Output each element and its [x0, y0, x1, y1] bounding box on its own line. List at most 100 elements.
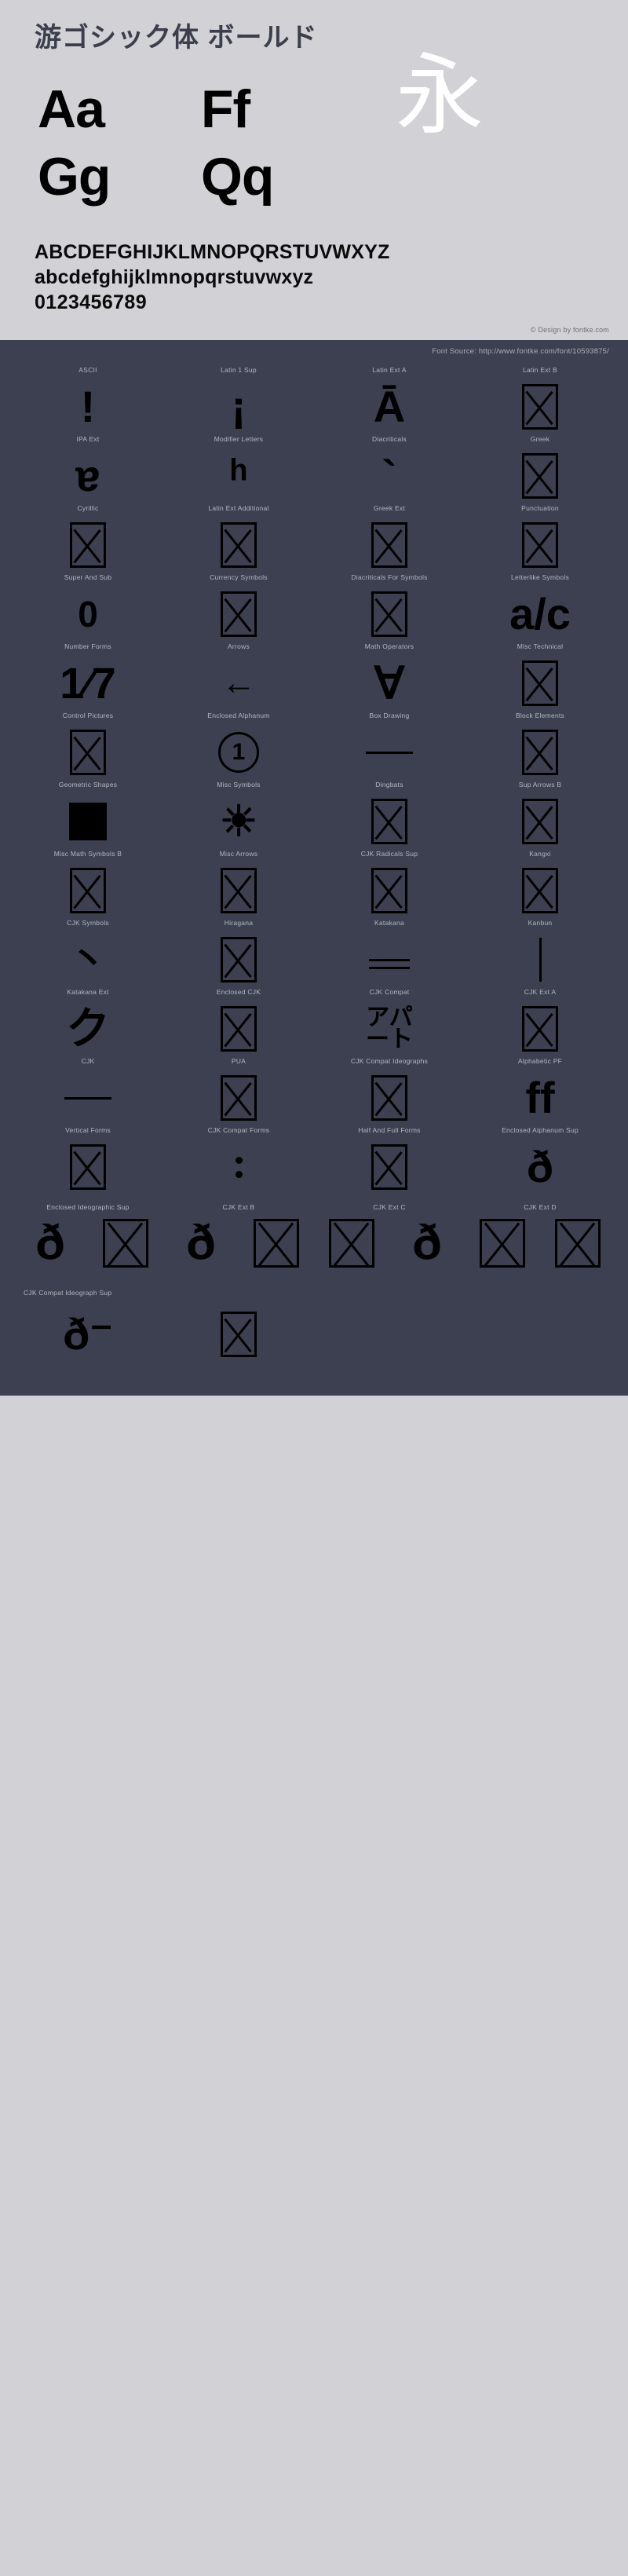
unicode-block-cell[interactable]: Arrows ← [163, 643, 314, 712]
unicode-block-cell[interactable]: Latin Ext Additional [163, 505, 314, 574]
unicode-block-label: CJK Ext A [524, 988, 557, 997]
unicode-block-cell[interactable]: Misc Technical [465, 643, 615, 712]
unicode-block-cell[interactable]: Modifier Letters ʰ [163, 436, 314, 505]
unicode-block-cell[interactable]: Alphabetic PF ff [465, 1058, 615, 1127]
unicode-block-label: Misc Math Symbols B [53, 850, 122, 858]
missing-glyph-icon [371, 1144, 407, 1191]
unicode-block-cell[interactable]: Enclosed CJK [163, 989, 314, 1058]
unicode-block-cell[interactable]: Katakana [314, 920, 465, 989]
unicode-block-label: ASCII [78, 366, 97, 375]
missing-glyph-icon [70, 730, 106, 776]
block-glyph-char: ð⁻ [63, 1309, 113, 1359]
unicode-block-label: Latin Ext Additional [208, 504, 269, 513]
unicode-block-cell[interactable]: Block Elements [465, 712, 615, 781]
unicode-block-cell[interactable]: Latin Ext B [465, 367, 615, 436]
unicode-block-cell[interactable]: Greek [465, 436, 615, 505]
unicode-block-cell[interactable]: CJK Ext A [465, 989, 615, 1058]
unicode-block-label: Katakana Ext [67, 988, 109, 997]
unicode-block-cell[interactable]: Math Operators ∀ [314, 643, 465, 712]
unicode-block-cell[interactable]: Greek Ext [314, 505, 465, 574]
unicode-block-label: Latin Ext A [372, 366, 407, 375]
unicode-block-label: Punctuation [521, 504, 559, 513]
block-glyph-char: a/c [509, 589, 571, 639]
block-glyph-missing [163, 931, 314, 989]
unicode-block-cell[interactable]: IPA Ext ɐ [13, 436, 163, 505]
unicode-block-label: Enclosed Ideographic Sup [46, 1203, 130, 1212]
unicode-block-cell[interactable]: Sup Arrows B [465, 781, 615, 851]
unicode-block-cell[interactable]: Cyrillic [13, 505, 163, 574]
unicode-block-label: Half And Full Forms [358, 1126, 421, 1135]
specimen-glyph-aa: Aa [38, 79, 105, 140]
unicode-block-cell[interactable]: Kanbun [465, 920, 615, 989]
alphabet-uppercase: ABCDEFGHIJKLMNOPQRSTUVWXYZ [35, 241, 390, 264]
unicode-block-cell[interactable]: Misc Arrows [163, 851, 314, 920]
missing-glyph-icon [371, 868, 407, 914]
block-glyph-missing [88, 1207, 163, 1279]
unicode-block-cell[interactable]: Hiragana [163, 920, 314, 989]
filled-square-icon [69, 803, 107, 841]
unicode-block-cell[interactable]: CJK Symbols 丶 [13, 920, 163, 989]
unicode-block-cell[interactable]: CJK Compat Ideographs [314, 1058, 465, 1127]
horizontal-line-icon [64, 1096, 111, 1100]
unicode-block-label: Dingbats [375, 781, 403, 789]
unicode-block-cell[interactable] [239, 1207, 314, 1279]
unicode-block-cell[interactable]: Enclosed Alphanum 1 [163, 712, 314, 781]
unicode-block-cell[interactable]: ASCII! [13, 367, 163, 436]
unicode-block-cell[interactable]: Half And Full Forms [314, 1127, 465, 1196]
unicode-block-label: Vertical Forms [65, 1126, 111, 1135]
unicode-block-cell[interactable]: Latin Ext A Ā [314, 367, 465, 436]
unicode-block-section: Font Source: http://www.fontke.com/font/… [0, 340, 628, 1396]
unicode-block-cell[interactable]: PUA [163, 1058, 314, 1127]
unicode-block-cell[interactable]: CJK [13, 1058, 163, 1127]
unicode-block-cell[interactable]: ð⁻ [13, 1300, 163, 1369]
unicode-block-cell[interactable]: CJK Compat Forms [163, 1127, 314, 1196]
unicode-block-cell[interactable]: Diacriticals ` [314, 436, 465, 505]
unicode-block-label: Number Forms [64, 642, 111, 651]
unicode-block-cell[interactable]: Katakana Ext ク [13, 989, 163, 1058]
unicode-block-cell[interactable]: CJK Compat アパート [314, 989, 465, 1058]
block-glyph-missing [465, 792, 615, 851]
missing-glyph-icon [371, 522, 407, 569]
unicode-block-cell[interactable]: Super And Sub 0 [13, 574, 163, 643]
unicode-block-cell[interactable]: ð [389, 1207, 465, 1279]
specimen-row: Aa Ff 永 [17, 52, 611, 140]
missing-glyph-icon [221, 1075, 257, 1122]
unicode-block-cell[interactable] [465, 1207, 540, 1279]
unicode-block-cell[interactable]: Letterlike Symbols a/c [465, 574, 615, 643]
block-glyph-char: Ā [373, 382, 406, 432]
unicode-block-cell[interactable]: Misc Symbols ☀ [163, 781, 314, 851]
missing-glyph-icon [555, 1219, 601, 1268]
unicode-block-cell[interactable]: ð [13, 1207, 88, 1279]
block-glyph-missing [314, 792, 465, 851]
unicode-block-label: CJK Ext D [524, 1203, 557, 1212]
unicode-block-cell[interactable]: Latin 1 Sup ¡ [163, 367, 314, 436]
unicode-block-cell[interactable]: Diacriticals For Symbols [314, 574, 465, 643]
unicode-block-cell[interactable]: Number Forms 1⁄7 [13, 643, 163, 712]
block-glyph-missing [465, 723, 615, 781]
unicode-block-cell[interactable]: Geometric Shapes [13, 781, 163, 851]
unicode-block-cell[interactable] [540, 1207, 615, 1279]
alphabet-digits: 0123456789 [35, 291, 148, 314]
unicode-block-label: Control Pictures [62, 712, 114, 720]
unicode-block-cell[interactable]: Currency Symbols [163, 574, 314, 643]
unicode-block-label: Arrows [228, 642, 250, 651]
font-source-link[interactable]: Font Source: http://www.fontke.com/font/… [0, 340, 628, 367]
dense-block-rows: Enclosed Ideographic Sup CJK Ext B CJK Ext… [0, 1196, 628, 1279]
unicode-block-cell[interactable]: Misc Math Symbols B [13, 851, 163, 920]
unicode-block-cell[interactable]: Enclosed Alphanum Sup ð [465, 1127, 615, 1196]
block-glyph-missing [314, 1138, 465, 1196]
unicode-block-cell[interactable] [163, 1300, 314, 1369]
specimen-glyph-cjk: 永 [396, 46, 484, 145]
block-glyph-missing [163, 585, 314, 643]
unicode-block-cell[interactable]: Control Pictures [13, 712, 163, 781]
unicode-block-cell[interactable]: ð [163, 1207, 239, 1279]
unicode-block-cell[interactable]: Punctuation [465, 505, 615, 574]
unicode-block-cell[interactable]: Box Drawing [314, 712, 465, 781]
unicode-block-cell[interactable]: CJK Radicals Sup [314, 851, 465, 920]
unicode-block-cell[interactable] [88, 1207, 163, 1279]
unicode-block-cell[interactable]: Dingbats [314, 781, 465, 851]
unicode-block-cell[interactable] [314, 1207, 389, 1279]
unicode-block-cell[interactable]: Kangxi [465, 851, 615, 920]
unicode-block-cell[interactable]: Vertical Forms [13, 1127, 163, 1196]
block-glyph-hline [13, 1069, 163, 1127]
